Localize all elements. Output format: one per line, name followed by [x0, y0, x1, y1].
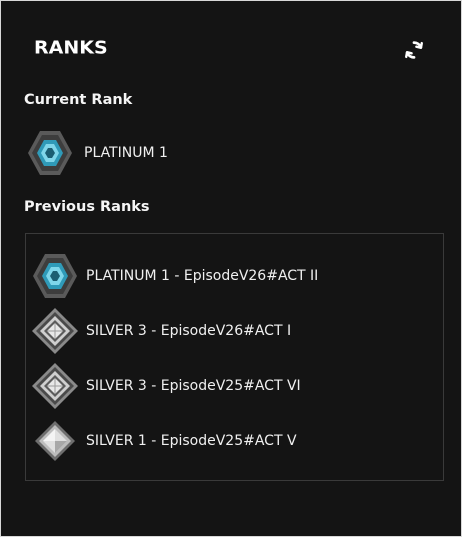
- ranks-logo: RANKS: [34, 37, 108, 59]
- previous-ranks-list: PLATINUM 1 - EpisodeV26#ACT II SILVER 3 …: [25, 233, 444, 481]
- header: RANKS: [34, 35, 108, 61]
- rank-label: SILVER 3 - EpisodeV26#ACT I: [86, 322, 292, 339]
- refresh-icon[interactable]: [403, 39, 425, 61]
- ranks-panel: RANKS Current Rank PLATINUM 1 Previous R…: [0, 0, 462, 537]
- list-item: SILVER 1 - EpisodeV25#ACT V: [26, 413, 443, 468]
- rank-label: SILVER 1 - EpisodeV25#ACT V: [86, 432, 297, 449]
- silver-rank-icon: [29, 360, 81, 412]
- platinum-rank-icon: [24, 127, 76, 179]
- current-rank-label: PLATINUM 1: [84, 145, 168, 161]
- list-item: PLATINUM 1 - EpisodeV26#ACT II: [26, 248, 443, 303]
- previous-ranks-heading: Previous Ranks: [24, 199, 150, 215]
- silver-rank-icon: [29, 305, 81, 357]
- platinum-rank-icon: [29, 250, 81, 302]
- list-item: SILVER 3 - EpisodeV26#ACT I: [26, 303, 443, 358]
- current-rank-row: PLATINUM 1: [24, 127, 168, 179]
- silver-rank-icon: [29, 415, 81, 467]
- rank-label: PLATINUM 1 - EpisodeV26#ACT II: [86, 267, 319, 284]
- rank-label: SILVER 3 - EpisodeV25#ACT VI: [86, 377, 301, 394]
- list-item: SILVER 3 - EpisodeV25#ACT VI: [26, 358, 443, 413]
- current-rank-heading: Current Rank: [24, 92, 133, 108]
